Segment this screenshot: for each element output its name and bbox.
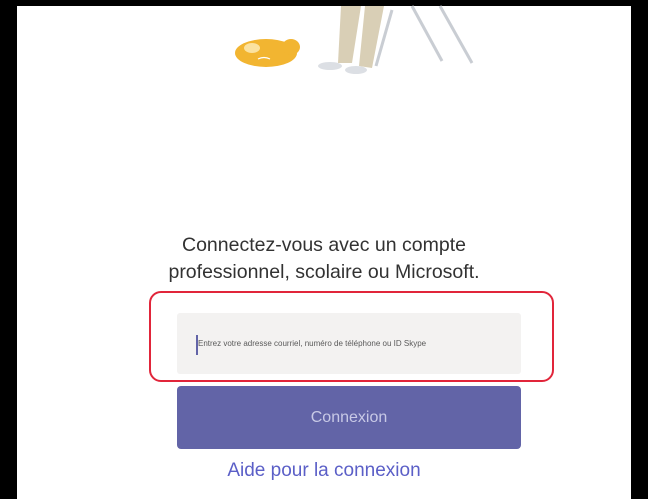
signin-prompt: Connectez-vous avec un compte profession… bbox=[0, 232, 648, 286]
illustration bbox=[235, 5, 474, 74]
signin-prompt-line-1: Connectez-vous avec un compte bbox=[182, 234, 466, 256]
text-caret bbox=[196, 335, 198, 355]
email-input[interactable] bbox=[177, 313, 521, 374]
signin-button[interactable]: Connexion bbox=[177, 386, 521, 449]
chair-icon bbox=[374, 5, 474, 67]
help-link[interactable]: Aide pour la connexion bbox=[0, 460, 648, 482]
sleeping-cat-icon bbox=[235, 39, 300, 67]
signin-prompt-line-2: professionnel, scolaire ou Microsoft. bbox=[168, 261, 480, 283]
person-legs-icon bbox=[318, 6, 384, 74]
